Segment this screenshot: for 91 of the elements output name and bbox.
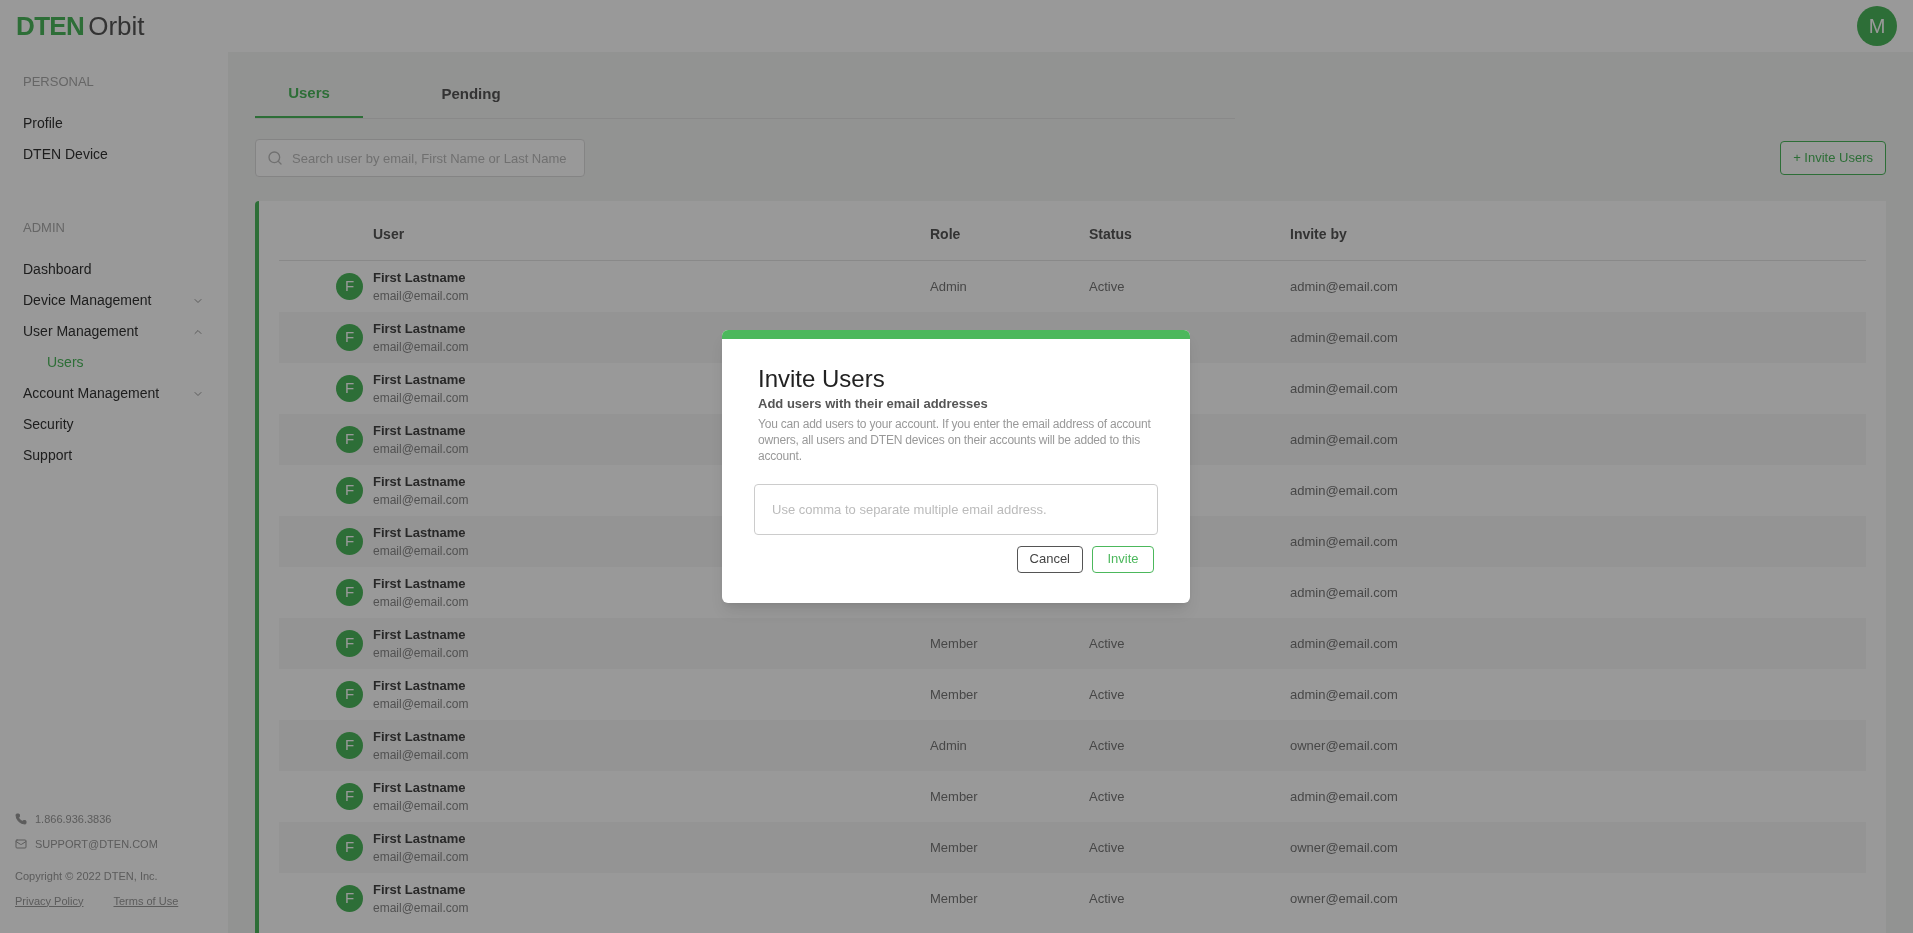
role-cell-text: Admin bbox=[930, 736, 968, 755]
user-avatar: F bbox=[336, 273, 363, 300]
user-avatar: F bbox=[336, 528, 363, 555]
invited-by-cell-text: admin@email.com bbox=[1290, 430, 1399, 449]
user-avatar: F bbox=[336, 375, 363, 402]
search-icon bbox=[267, 150, 283, 166]
invited-by-cell-text: admin@email.com bbox=[1290, 532, 1399, 551]
user-avatar: F bbox=[336, 426, 363, 453]
sidebar-item[interactable]: Device Management bbox=[23, 285, 228, 316]
user-email: email@email.com bbox=[373, 288, 469, 306]
role-cell-text: Member bbox=[930, 634, 979, 653]
invited-by-cell-text: admin@email.com bbox=[1290, 685, 1399, 704]
role-cell-text: Member bbox=[930, 889, 979, 908]
user-name: First Lastname bbox=[373, 727, 466, 746]
user-name: First Lastname bbox=[373, 472, 466, 491]
status-cell-text: Active bbox=[1089, 838, 1126, 857]
sidebar-item[interactable]: DTEN Device bbox=[23, 139, 228, 170]
status-cell-text: Active bbox=[1089, 685, 1126, 704]
column-header: Status bbox=[1089, 225, 1133, 244]
user-email: email@email.com bbox=[373, 798, 469, 816]
user-email: email@email.com bbox=[373, 696, 469, 714]
user-avatar: F bbox=[336, 834, 363, 861]
role-cell-text: Admin bbox=[930, 277, 968, 296]
user-avatar: F bbox=[336, 630, 363, 657]
user-email: email@email.com bbox=[373, 645, 469, 663]
invited-by-cell-text: admin@email.com bbox=[1290, 328, 1399, 347]
status-cell-text: Active bbox=[1089, 634, 1126, 653]
tab[interactable]: Pending bbox=[417, 70, 525, 118]
user-avatar: F bbox=[336, 681, 363, 708]
sidebar-item[interactable]: Support bbox=[23, 440, 228, 471]
user-name: First Lastname bbox=[373, 523, 466, 542]
dialog-title: Invite Users bbox=[758, 364, 886, 394]
column-header: Invite by bbox=[1290, 225, 1348, 244]
invited-by-cell-text: admin@email.com bbox=[1290, 379, 1399, 398]
logo: DTEN Orbit bbox=[16, 13, 145, 39]
status-cell-text: Active bbox=[1089, 277, 1126, 296]
column-header: User bbox=[373, 225, 406, 244]
user-name: First Lastname bbox=[373, 268, 466, 287]
invited-by-cell-text: admin@email.com bbox=[1290, 634, 1399, 653]
column-header: Role bbox=[930, 225, 962, 244]
user-email: email@email.com bbox=[373, 390, 469, 408]
user-avatar: F bbox=[336, 477, 363, 504]
user-name: First Lastname bbox=[373, 778, 466, 797]
user-email: email@email.com bbox=[373, 543, 469, 561]
cancel-button[interactable]: Cancel bbox=[1016, 545, 1083, 573]
mail-icon bbox=[15, 837, 27, 850]
invited-by-cell-text: admin@email.com bbox=[1290, 277, 1399, 296]
email-input-field[interactable]: Use comma to separate multiple email address. bbox=[754, 483, 1158, 535]
support-email: SUPPORT@DTEN.COM bbox=[35, 836, 158, 852]
sidebar-item[interactable]: Account Management bbox=[23, 378, 228, 409]
user-avatar: F bbox=[336, 579, 363, 606]
role-cell-text: Member bbox=[930, 685, 979, 704]
status-cell-text: Active bbox=[1089, 736, 1126, 755]
user-name: First Lastname bbox=[373, 319, 466, 338]
user-email: email@email.com bbox=[373, 747, 469, 765]
sidebar-item[interactable]: Profile bbox=[23, 108, 228, 139]
user-name: First Lastname bbox=[373, 421, 466, 440]
user-name: First Lastname bbox=[373, 829, 466, 848]
user-name: First Lastname bbox=[373, 574, 466, 593]
user-email: email@email.com bbox=[373, 594, 469, 612]
dialog-subtitle: Add users with their email addresses bbox=[758, 395, 989, 413]
invited-by-cell-text: owner@email.com bbox=[1290, 838, 1399, 857]
sidebar-item[interactable]: Security bbox=[23, 409, 228, 440]
status-cell-text: Active bbox=[1089, 787, 1126, 806]
user-name: First Lastname bbox=[373, 370, 466, 389]
user-avatar: F bbox=[336, 324, 363, 351]
user-email: email@email.com bbox=[373, 339, 469, 357]
user-email: email@email.com bbox=[373, 492, 469, 510]
sidebar-item[interactable]: User Management bbox=[23, 316, 228, 347]
copyright-text: Copyright © 2022 DTEN, Inc. bbox=[15, 869, 159, 884]
invited-by-cell-text: admin@email.com bbox=[1290, 583, 1399, 602]
invited-by-cell-text: admin@email.com bbox=[1290, 787, 1399, 806]
invited-by-cell-text: owner@email.com bbox=[1290, 889, 1399, 908]
user-email: email@email.com bbox=[373, 441, 469, 459]
phone-icon bbox=[15, 813, 27, 826]
user-name: First Lastname bbox=[373, 625, 466, 644]
user-name: First Lastname bbox=[373, 676, 466, 695]
user-avatar: F bbox=[336, 732, 363, 759]
dialog-description: You can add users to your account. If you enter the email address of account owners, all users and DTEN devices on their accounts will be added to this account. bbox=[758, 415, 1152, 464]
invited-by-cell-text: owner@email.com bbox=[1290, 736, 1399, 755]
sidebar-item[interactable]: Dashboard bbox=[23, 254, 228, 285]
user-avatar: F bbox=[336, 885, 363, 912]
phone-number: 1.866.936.3836 bbox=[35, 812, 112, 827]
invited-by-cell-text: admin@email.com bbox=[1290, 481, 1399, 500]
status-cell-text: Active bbox=[1089, 889, 1126, 908]
role-cell-text: Member bbox=[930, 787, 979, 806]
role-cell-text: Member bbox=[930, 838, 979, 857]
user-email: email@email.com bbox=[373, 849, 469, 867]
user-name: First Lastname bbox=[373, 880, 466, 899]
user-email: email@email.com bbox=[373, 900, 469, 918]
user-avatar: F bbox=[336, 783, 363, 810]
